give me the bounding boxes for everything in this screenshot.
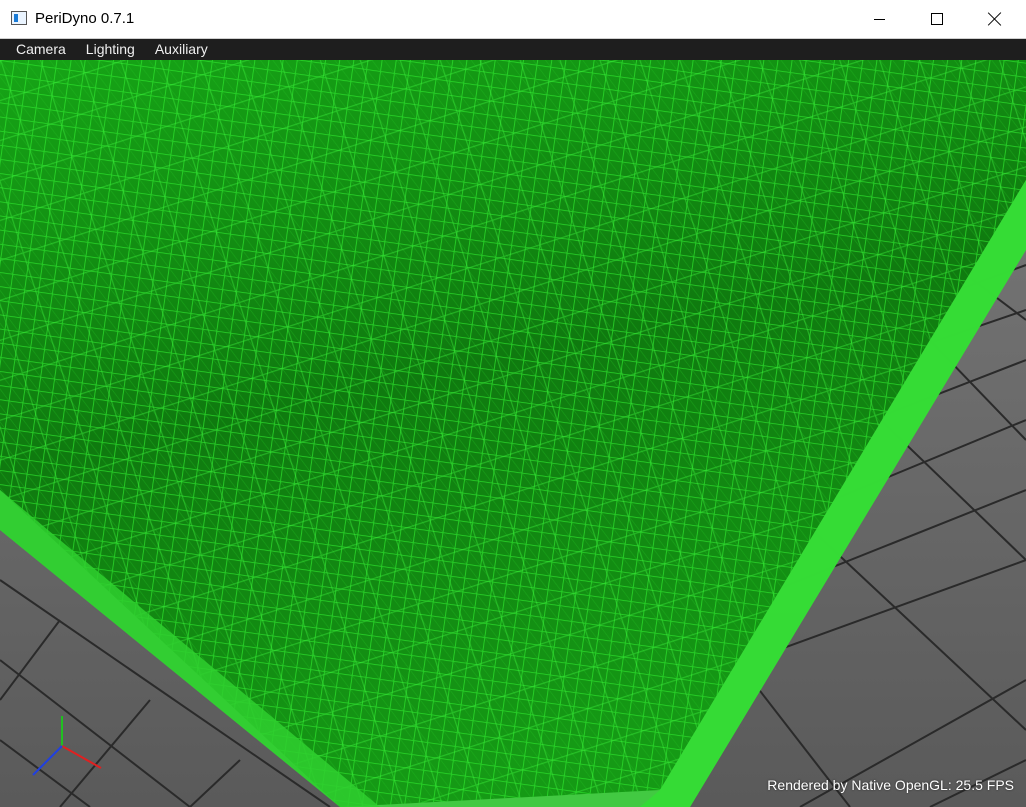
close-icon bbox=[988, 12, 1002, 26]
menu-camera[interactable]: Camera bbox=[0, 39, 76, 60]
scene-canvas bbox=[0, 60, 1026, 807]
menu-bar: Camera Lighting Auxiliary bbox=[0, 39, 1026, 60]
render-viewport[interactable]: Rendered by Native OpenGL: 25.5 FPS bbox=[0, 60, 1026, 807]
window-title: PeriDyno 0.7.1 bbox=[35, 10, 135, 27]
render-status: Rendered by Native OpenGL: 25.5 FPS bbox=[767, 777, 1014, 793]
minimize-icon bbox=[873, 18, 885, 20]
title-bar[interactable]: PeriDyno 0.7.1 bbox=[0, 0, 1026, 39]
minimize-button[interactable] bbox=[850, 0, 908, 38]
maximize-button[interactable] bbox=[908, 0, 966, 38]
app-icon bbox=[11, 11, 27, 25]
menu-auxiliary[interactable]: Auxiliary bbox=[145, 39, 218, 60]
menu-lighting[interactable]: Lighting bbox=[76, 39, 145, 60]
close-button[interactable] bbox=[966, 0, 1024, 38]
maximize-icon bbox=[931, 13, 943, 25]
